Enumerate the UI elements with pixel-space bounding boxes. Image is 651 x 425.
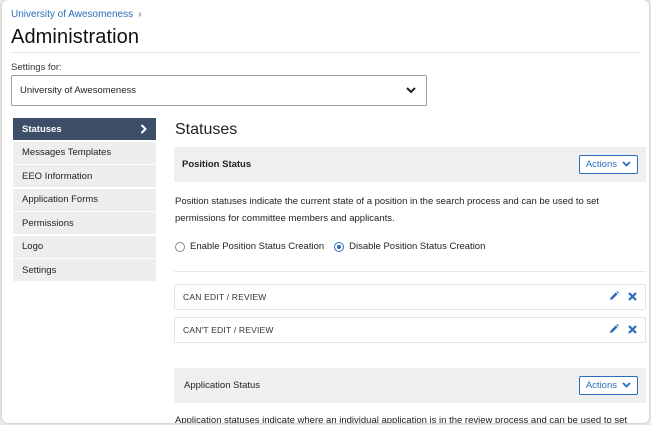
position-status-radio-group: Enable Position Status Creation Disable … bbox=[175, 241, 485, 252]
sidebar-item-statuses[interactable]: Statuses bbox=[13, 118, 156, 140]
delete-x-icon[interactable] bbox=[628, 291, 637, 303]
settings-for-select[interactable]: University of Awesomeness bbox=[11, 75, 427, 106]
sidebar-item-label: Statuses bbox=[22, 123, 62, 135]
chevron-down-icon bbox=[404, 84, 418, 98]
status-row-can-edit-review: CAN EDIT / REVIEW bbox=[174, 284, 646, 310]
sidebar-nav: Statuses Messages Templates EEO Informat… bbox=[13, 118, 156, 283]
sidebar-item-messages-templates[interactable]: Messages Templates bbox=[13, 141, 156, 164]
page-title: Administration bbox=[11, 26, 140, 48]
position-status-title: Position Status bbox=[182, 159, 252, 170]
position-status-actions-button[interactable]: Actions bbox=[578, 155, 638, 174]
sidebar-item-label: Permissions bbox=[22, 217, 74, 229]
application-status-description: Application statuses indicate where an i… bbox=[175, 415, 628, 423]
settings-for-label: Settings for: bbox=[11, 62, 62, 73]
status-row-cant-edit-review: CAN'T EDIT / REVIEW bbox=[174, 317, 646, 343]
actions-label: Actions bbox=[585, 159, 617, 170]
disable-position-status-radio[interactable]: Disable Position Status Creation bbox=[334, 241, 485, 252]
radio-label: Enable Position Status Creation bbox=[190, 241, 325, 252]
breadcrumb: University of Awesomeness › bbox=[11, 9, 141, 20]
application-status-header: Application Status Actions bbox=[174, 368, 646, 403]
section-title: Statuses bbox=[175, 121, 238, 138]
application-status-actions-button[interactable]: Actions bbox=[578, 376, 638, 395]
application-status-title: Application Status bbox=[184, 380, 261, 391]
chevron-down-icon bbox=[622, 380, 631, 391]
app-window: University of Awesomeness › Administrati… bbox=[2, 0, 649, 423]
sidebar-item-permissions[interactable]: Permissions bbox=[13, 212, 156, 234]
breadcrumb-link-university[interactable]: University of Awesomeness bbox=[11, 9, 133, 20]
settings-for-value: University of Awesomeness bbox=[20, 85, 136, 96]
radio-checked-icon bbox=[334, 241, 345, 252]
sidebar-item-settings[interactable]: Settings bbox=[13, 259, 156, 281]
breadcrumb-separator: › bbox=[138, 9, 142, 20]
radio-unchecked-icon bbox=[175, 241, 185, 252]
sidebar-item-label: EEO Information bbox=[22, 170, 93, 182]
status-row-label: CAN EDIT / REVIEW bbox=[183, 292, 267, 302]
position-status-description: Position statuses indicate the current s… bbox=[175, 196, 600, 224]
delete-x-icon[interactable] bbox=[628, 324, 637, 336]
position-status-header: Position Status Actions bbox=[174, 147, 646, 182]
divider bbox=[174, 271, 646, 272]
sidebar-item-label: Logo bbox=[22, 241, 44, 252]
chevron-right-icon bbox=[140, 124, 147, 134]
sidebar-item-application-forms[interactable]: Application Forms bbox=[13, 188, 156, 211]
enable-position-status-radio[interactable]: Enable Position Status Creation bbox=[175, 241, 324, 252]
actions-label: Actions bbox=[585, 380, 617, 391]
sidebar-item-eeo-information[interactable]: EEO Information bbox=[13, 165, 156, 187]
status-row-label: CAN'T EDIT / REVIEW bbox=[183, 325, 274, 335]
sidebar-item-label: Application Forms bbox=[22, 194, 99, 205]
title-divider bbox=[11, 52, 640, 53]
pencil-icon[interactable] bbox=[609, 324, 619, 336]
radio-label: Disable Position Status Creation bbox=[349, 241, 486, 252]
sidebar-item-label: Messages Templates bbox=[22, 147, 112, 158]
sidebar-item-label: Settings bbox=[22, 264, 57, 276]
chevron-down-icon bbox=[622, 159, 631, 170]
sidebar-item-logo[interactable]: Logo bbox=[13, 235, 156, 258]
pencil-icon[interactable] bbox=[609, 291, 619, 303]
